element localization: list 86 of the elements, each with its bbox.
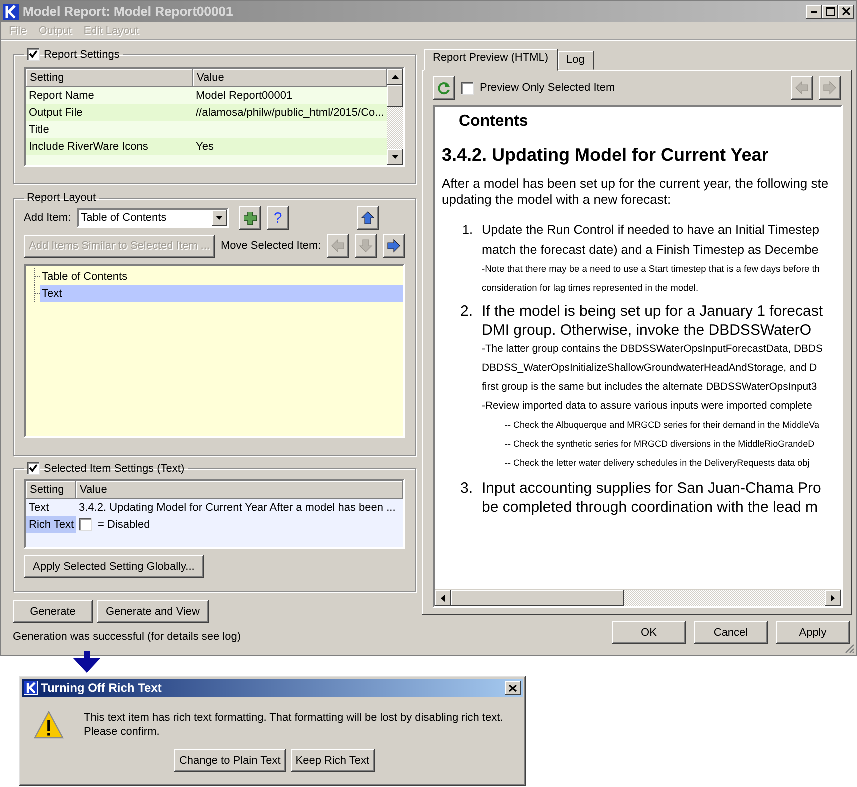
group-label: Report Settings — [44, 48, 120, 60]
up-arrow-icon — [361, 211, 376, 225]
check-icon — [29, 50, 38, 59]
maximize-button[interactable] — [822, 4, 838, 18]
checkbox[interactable] — [27, 462, 40, 475]
scroll-left-icon — [441, 594, 445, 602]
dialog-message: This text item has rich text formatting. That formatting will be lost by disabling rich text. Please confirm. — [84, 711, 504, 739]
move-right-button[interactable] — [383, 234, 406, 258]
contents-heading: Contents — [459, 113, 530, 131]
dialog-button[interactable]: OK — [612, 621, 686, 644]
column-header[interactable]: Value — [193, 69, 388, 87]
generate-button[interactable]: Generate — [13, 600, 93, 623]
down-arrow-icon — [359, 239, 374, 253]
maximize-icon — [826, 7, 834, 16]
checkbox[interactable] — [461, 82, 474, 94]
column-header[interactable]: Value — [76, 481, 403, 499]
table-cell-text: //alamosa/philw/public_html/2015/Co... — [195, 106, 386, 118]
checkbox[interactable] — [79, 518, 92, 531]
tab[interactable]: Report Preview (HTML) — [424, 49, 558, 71]
table-cell-text: Title — [28, 124, 50, 136]
close-button[interactable] — [505, 681, 521, 695]
dialog-button[interactable]: Keep Rich Text — [290, 749, 375, 772]
table-cell-text: Model Report00001 — [195, 90, 294, 102]
right-arrow-icon — [823, 81, 837, 95]
caret-icon — [216, 216, 224, 220]
tree-item[interactable]: Table of Contents — [40, 268, 404, 285]
field-label: Move Selected Item: — [220, 240, 322, 252]
section-heading: 3.4.2. Updating Model for Current Year — [442, 145, 770, 166]
close-icon — [842, 7, 850, 16]
app-logo-icon — [3, 4, 19, 20]
window-title: Model Report: Model Report00001 — [23, 4, 234, 19]
close-button[interactable] — [838, 4, 854, 18]
scroll-up-icon — [392, 75, 399, 79]
group-label: Report Layout — [27, 192, 96, 204]
tab[interactable]: Log — [558, 51, 594, 70]
table-cell-text: 3.4.2. Updating Model for Current Year After a model has been ... — [78, 502, 397, 514]
table-cell-text: Yes — [195, 140, 215, 152]
list-number: 1. — [461, 222, 474, 239]
minimize-button[interactable] — [806, 4, 822, 18]
dialog-button[interactable]: Cancel — [694, 621, 768, 644]
dialog-button[interactable]: Apply — [776, 621, 850, 644]
apply-globally-button[interactable]: Apply Selected Setting Globally... — [24, 555, 204, 578]
refresh-button[interactable] — [433, 76, 455, 100]
table-cell[interactable]: Text — [26, 499, 76, 516]
table-cell-text: Report Name — [28, 90, 96, 102]
note-text: -Note that there may be a need to use a Start timestep that is a few days before th consideration for lag times represented in the model. — [482, 263, 821, 295]
tree-item[interactable]: Text — [40, 285, 404, 302]
warning-icon — [34, 711, 64, 739]
table-cell-text: Include RiverWare Icons — [28, 140, 150, 152]
column-header[interactable]: Setting — [26, 69, 193, 87]
minimize-icon — [811, 10, 817, 12]
group-label: Selected Item Settings (Text) — [44, 462, 185, 474]
dialog-button[interactable]: Change to Plain Text — [174, 749, 286, 772]
list-item-text: If the model is being set up for a January 1 forecast DMI group. Otherwise, invoke the DBDSSWaterO — [482, 302, 824, 340]
scroll-down-icon — [392, 155, 399, 159]
close-icon — [509, 684, 517, 692]
dialog-title: Turning Off Rich Text — [41, 681, 163, 695]
help-button[interactable]: ? — [267, 206, 290, 230]
move-up-button[interactable] — [357, 206, 380, 230]
add-button[interactable] — [239, 206, 262, 230]
check-icon — [29, 464, 38, 473]
paragraph: After a model has been set up for the current year, the following ste updating the model with a new forecast: — [442, 176, 830, 208]
field-label: Add Item: — [24, 212, 72, 224]
right-arrow-icon — [387, 239, 402, 253]
plus-icon — [244, 212, 257, 224]
note-text: -- Check the Albuquerque and MRGCD series for their demand in the MiddleVa -- Check the synthetic series for MRGCD diversions in the MiddleRioGrandeD -- Check the letter water delivery schedules in the DeliveryRequests data obj — [505, 419, 820, 470]
list-number: 2. — [459, 302, 474, 322]
pointer-arrow — [73, 651, 101, 673]
list-item-text: Input accounting supplies for San Juan-Chama Pro be completed through coordination with the lead m — [482, 479, 822, 517]
table-cell-text: = Disabled — [97, 518, 152, 530]
list-item-text: Update the Run Control if needed to have an Initial Timestep match the forecast date) and a Finish Timestep as Decembe — [482, 222, 820, 259]
checkbox[interactable] — [27, 48, 40, 61]
item-type-dropdown[interactable]: Table of Contents — [77, 208, 230, 228]
left-arrow-icon — [795, 81, 809, 95]
app-logo-icon — [24, 681, 38, 695]
table-cell-text: Output File — [28, 106, 84, 118]
table-cell[interactable]: Rich Text — [26, 516, 76, 533]
column-header[interactable]: Setting — [26, 481, 76, 499]
status-message: Generation was successful (for details see log) — [13, 631, 242, 643]
refresh-icon — [438, 82, 450, 94]
left-arrow-icon — [331, 239, 346, 253]
scroll-right-icon — [831, 594, 835, 602]
note-text: -The latter group contains the DBDSSWaterOpsInputForecastData, DBDS DBDSS_WaterOpsInitializeShallowGroundwaterHeadAndStorage, and D first group is the same but includes the alternate DBDSSWaterOpsInput3 -Review imported data to assure various inputs were imported complete — [482, 343, 824, 414]
checkbox-label: Preview Only Selected Item — [480, 82, 616, 94]
generate-button[interactable]: Generate and View — [97, 600, 209, 623]
list-number: 3. — [459, 479, 474, 499]
